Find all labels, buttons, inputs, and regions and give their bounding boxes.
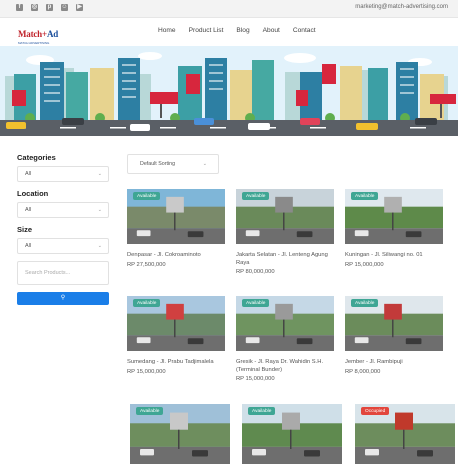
product-price: RP 15,000,000	[236, 376, 275, 382]
product-photo[interactable]: Available	[236, 189, 334, 244]
chevron-down-icon: ⌄	[97, 207, 102, 213]
city-illustration	[0, 46, 458, 136]
main-navbar: Match+Ad MATCH ADVERTISING Home Product …	[0, 18, 458, 46]
categories-heading: Categories	[17, 153, 56, 162]
product-title[interactable]: Jakarta Selatan - Jl. Lenteng Agung Raya	[236, 252, 334, 267]
chevron-down-icon: ⌄	[97, 243, 102, 249]
product-photo[interactable]: Available	[236, 296, 334, 351]
chevron-down-icon: ⌄	[202, 161, 207, 167]
size-select[interactable]: All ⌄	[17, 238, 109, 254]
product-title[interactable]: Denpasar - Jl. Cokroaminoto	[127, 252, 225, 260]
product-price: RP 15,000,000	[345, 261, 384, 268]
product-photo[interactable]: Available	[127, 296, 225, 351]
chevron-down-icon: ⌄	[97, 171, 102, 177]
product-title[interactable]: Sumedang - Jl. Prabu Tadjimalela	[127, 359, 225, 367]
product-price: RP 8,000,000	[345, 368, 381, 375]
product-card[interactable]: Occupied	[355, 404, 455, 472]
sorting-select[interactable]: Default Sorting ⌄	[127, 154, 219, 174]
top-bar: f ◎ p ☺ ▶ marketing@match-advertising.co…	[0, 0, 458, 18]
search-input[interactable]: Search Products...	[17, 261, 109, 285]
nav-product-list[interactable]: Product List	[189, 27, 224, 34]
size-heading: Size	[17, 225, 33, 234]
status-badge: Occupied	[361, 407, 390, 415]
status-badge: Available	[133, 192, 161, 200]
site-logo[interactable]: Match+Ad MATCH ADVERTISING	[18, 24, 64, 45]
search-icon: ⚲	[60, 295, 66, 301]
product-title[interactable]: Jember - Jl. Rambipuji	[345, 359, 443, 367]
location-select[interactable]: All ⌄	[17, 202, 109, 218]
status-badge: Available	[242, 192, 270, 200]
pinterest-icon[interactable]: p	[46, 4, 53, 11]
status-badge: Available	[136, 407, 164, 415]
youtube-icon[interactable]: ▶	[76, 4, 83, 11]
status-badge: Available	[351, 192, 379, 200]
product-title[interactable]: Gresik - Jl. Raya Dr. Wahidin S.H. (Term…	[236, 359, 334, 374]
contact-email[interactable]: marketing@match-advertising.com	[355, 4, 448, 10]
location-heading: Location	[17, 189, 49, 198]
status-badge: Available	[351, 299, 379, 307]
product-card[interactable]: Available Sumedang - Jl. Prabu Tadjimalel…	[127, 296, 225, 375]
product-photo[interactable]: Available	[345, 189, 443, 244]
nav-about[interactable]: About	[263, 27, 280, 34]
product-card[interactable]: Available Denpasar - Jl. Cokroaminoto RP 2…	[127, 189, 225, 268]
status-badge: Available	[242, 299, 270, 307]
status-badge: Available	[248, 407, 276, 415]
product-price: RP 27,500,000	[127, 261, 166, 268]
product-card[interactable]: Available Gresik - Jl. Raya Dr. Wahidin S…	[236, 296, 334, 382]
product-photo[interactable]: Occupied	[355, 404, 455, 464]
product-price: RP 15,000,000	[127, 368, 166, 375]
nav-blog[interactable]: Blog	[236, 27, 249, 34]
facebook-icon[interactable]: f	[16, 4, 23, 11]
product-price: RP 80,000,000	[236, 269, 275, 275]
snapchat-icon[interactable]: ☺	[61, 4, 68, 11]
product-photo[interactable]: Available	[130, 404, 230, 464]
filter-sidebar: Categories All ⌄ Location All ⌄ Size All…	[17, 153, 109, 305]
product-photo[interactable]: Available	[345, 296, 443, 351]
hero-city-banner	[0, 46, 458, 136]
nav-home[interactable]: Home	[158, 27, 176, 34]
product-title[interactable]: Kuningan - Jl. Siliwangi no. 01	[345, 252, 443, 260]
product-photo[interactable]: Available	[242, 404, 342, 464]
nav-menu: Home Product List Blog About Contact	[158, 27, 329, 34]
instagram-icon[interactable]: ◎	[31, 4, 38, 11]
product-card[interactable]: Available Jember - Jl. Rambipuji RP 8,000,…	[345, 296, 443, 375]
social-links: f ◎ p ☺ ▶	[16, 4, 83, 11]
product-card[interactable]: Available Kuningan - Jl. Siliwangi no. 01…	[345, 189, 443, 268]
status-badge: Available	[133, 299, 161, 307]
nav-contact[interactable]: Contact	[293, 27, 316, 34]
categories-select[interactable]: All ⌄	[17, 166, 109, 182]
product-card[interactable]: Available	[242, 404, 342, 472]
product-photo[interactable]: Available	[127, 189, 225, 244]
product-card[interactable]: Available Jakarta Selatan - Jl. Lenteng A…	[236, 189, 334, 275]
search-button[interactable]: ⚲	[17, 292, 109, 305]
product-card[interactable]: Available	[130, 404, 230, 472]
